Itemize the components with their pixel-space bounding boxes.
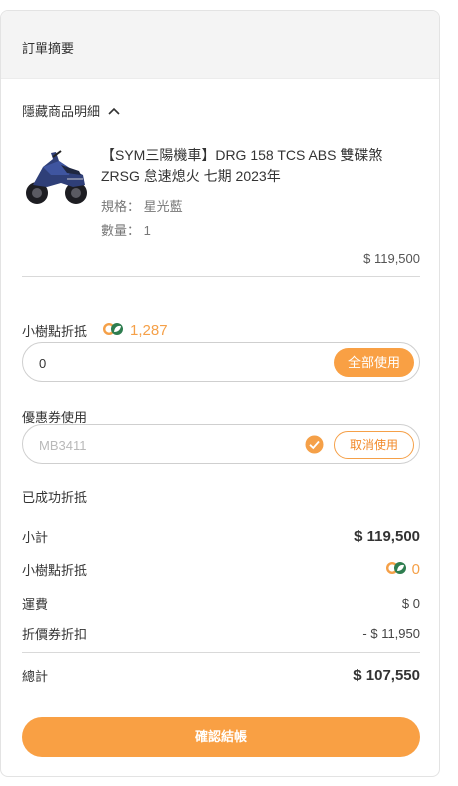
subtotal-row: 小計 $ 119,500 — [22, 527, 420, 546]
shipping-label: 運費 — [22, 597, 49, 612]
points-available: 1,287 — [130, 322, 168, 339]
points-discount-value: 0 — [411, 561, 420, 578]
shipping-row: 運費 $ 0 — [22, 594, 420, 613]
divider — [22, 652, 420, 653]
check-circle-icon — [305, 435, 324, 457]
product-title[interactable]: 【SYM三陽機車】DRG 158 TCS ABS 雙碟煞 ZRSG 怠速熄火 七… — [101, 145, 391, 187]
product-quantity: 數量： 1 — [101, 223, 151, 238]
subtotal-label: 小計 — [22, 530, 49, 545]
coupon-discount-value: - $ 11,950 — [362, 626, 420, 641]
total-row: 總計 $ 107,550 — [22, 666, 420, 685]
coupon-input-box: 取消使用 — [22, 424, 420, 464]
points-input-box: 全部使用 — [22, 342, 420, 382]
coupon-input[interactable] — [39, 435, 239, 455]
hide-details-toggle[interactable]: 隱藏商品明細 — [22, 101, 120, 120]
card-header: 訂單摘要 — [1, 11, 439, 79]
order-summary-card: 訂單摘要 隱藏商品明細 【SYM三陽機車】DRG 158 TCS ABS 雙碟煞… — [0, 10, 440, 777]
toggle-label: 隱藏商品明細 — [22, 104, 101, 119]
points-discount-row: 小樹點折抵 0 — [22, 560, 420, 579]
checkout-button[interactable]: 確認結帳 — [22, 717, 420, 757]
points-header: 小樹點折抵 1,287 — [22, 321, 168, 340]
tree-point-coin-icon — [101, 322, 125, 339]
points-label: 小樹點折抵 — [22, 324, 88, 339]
points-discount-label: 小樹點折抵 — [22, 563, 88, 578]
scooter-image — [23, 145, 89, 207]
coupon-status: 已成功折抵 — [22, 490, 88, 505]
total-value: $ 107,550 — [353, 667, 420, 684]
divider — [22, 276, 420, 277]
use-all-points-button[interactable]: 全部使用 — [334, 348, 414, 377]
coupon-discount-label: 折價券折扣 — [22, 627, 88, 642]
shipping-value: $ 0 — [401, 596, 420, 611]
subtotal-value: $ 119,500 — [354, 528, 420, 545]
total-label: 總計 — [22, 669, 49, 684]
product-spec: 規格： 星光藍 — [101, 199, 183, 214]
points-discount: 0 — [384, 561, 420, 579]
points-input[interactable] — [39, 353, 239, 373]
chevron-up-icon — [108, 107, 120, 115]
cancel-coupon-button[interactable]: 取消使用 — [334, 431, 414, 459]
page-title: 訂單摘要 — [22, 41, 75, 56]
tree-point-coin-icon — [384, 561, 408, 579]
product-price: $ 119,500 — [363, 251, 420, 266]
coupon-discount-row: 折價券折扣 - $ 11,950 — [22, 624, 420, 643]
